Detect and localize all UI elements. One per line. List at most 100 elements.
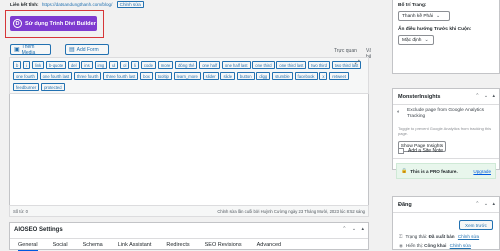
quicktag-button[interactable]: img <box>94 61 108 69</box>
upgrade-link[interactable]: Upgrade <box>473 169 491 174</box>
eye-icon: ◉ <box>399 243 404 248</box>
chevron-down-icon[interactable]: ⌄ <box>484 93 488 99</box>
form-icon: ▤ <box>69 47 75 53</box>
editor-sidebar: Bố trí Trang: Thanh kề Phải ⌄ Ẩn điều hư… <box>392 0 500 250</box>
quicktag-button[interactable]: i <box>23 61 31 69</box>
quicktag-button[interactable]: retweet <box>329 72 349 80</box>
status-label: Trạng thái: <box>405 234 428 239</box>
quicktag-button[interactable]: protected <box>41 83 65 91</box>
chevron-down-icon[interactable]: ⌄ <box>352 226 356 232</box>
toggle-switch[interactable]: ◐ <box>397 109 400 115</box>
chevron-down-icon: ⌄ <box>424 37 429 43</box>
page-attributes-panel: Bố trí Trang: Thanh kề Phải ⌄ Ẩn điều hư… <box>392 0 500 74</box>
quicktag-button[interactable]: tooltip <box>154 72 172 80</box>
pro-feature-text: This is a PRO feature. <box>410 168 458 174</box>
template-value: Thanh kề Phải <box>402 13 433 19</box>
visibility-value: Công khai <box>424 243 447 248</box>
tab-visual[interactable]: Trực quan <box>334 48 357 54</box>
media-icon: ▣ <box>14 47 20 53</box>
quicktag-button[interactable]: ul <box>109 61 119 69</box>
visibility-row: ◉ Hiển thị: Công khai Chỉnh sửa <box>399 243 471 249</box>
add-media-label: Thêm Media <box>21 43 36 56</box>
quicktag-button[interactable]: digg <box>256 72 271 80</box>
quicktag-button[interactable]: feedburner <box>13 83 40 91</box>
quicktag-button[interactable]: one half <box>199 61 221 69</box>
chevron-down-icon: ⌄ <box>435 13 441 19</box>
aioseo-title: AIOSEO Settings <box>14 227 63 233</box>
divi-icon: D <box>13 19 22 28</box>
collapse-icon[interactable]: ▴ <box>361 226 364 232</box>
chevron-up-icon[interactable]: ⌃ <box>475 93 479 99</box>
publish-title: Đăng <box>398 202 412 208</box>
site-note-label: Add a Site Note <box>408 148 444 154</box>
status-edit-link[interactable]: Chỉnh sửa <box>458 234 479 239</box>
monsterinsights-title: MonsterInsights <box>398 94 441 100</box>
aioseo-controls: ⌃ ⌄ ▴ <box>338 226 364 232</box>
quicktag-button[interactable]: li <box>131 61 140 69</box>
chevron-up-icon[interactable]: ⌃ <box>475 201 479 207</box>
site-note-row[interactable]: Add a Site Note <box>398 148 443 154</box>
column-gutter <box>371 0 379 250</box>
quicktag-button[interactable]: ol <box>120 61 130 69</box>
collapse-icon[interactable]: ▴ <box>492 201 495 207</box>
publish-divider <box>393 212 499 213</box>
visibility-edit-link[interactable]: Chỉnh sửa <box>450 243 471 248</box>
quicktag-button[interactable]: facebook <box>294 72 318 80</box>
permalink-url[interactable]: https://datsandungthanh.com/blog/ <box>42 2 113 7</box>
status-value: Đã xuất bản <box>428 234 455 239</box>
quicktag-button[interactable]: button <box>236 72 255 80</box>
quicktag-button[interactable]: del <box>67 61 80 69</box>
permalink-label: Liên kết tĩnh: <box>10 2 39 7</box>
monsterinsights-controls: ⌃ ⌄ ▴ <box>472 93 495 99</box>
quicktag-button[interactable]: three fourth <box>74 72 102 80</box>
monsterinsights-divider <box>393 104 499 105</box>
divi-builder-button[interactable]: D Sử dụng Trình Divi Builder <box>10 16 97 31</box>
nav-value: Mặc định <box>402 37 422 43</box>
nav-select[interactable]: Mặc định ⌄ <box>398 35 434 45</box>
quicktag-button[interactable]: one third <box>252 61 275 69</box>
last-edited: Chỉnh sửa lần cuối bởi Huỳnh Cường ngày … <box>217 209 365 214</box>
pro-feature-notice: 🔒 This is a PRO feature. Upgrade <box>396 163 496 179</box>
quicktag-button[interactable]: b <box>13 61 22 69</box>
quicktag-button[interactable]: one third last <box>276 61 307 69</box>
monsterinsights-panel: MonsterInsights ⌃ ⌄ ▴ ◐ Exclude page fro… <box>392 88 500 170</box>
add-media-button[interactable]: ▣ Thêm Media <box>10 43 51 56</box>
template-select[interactable]: Thanh kề Phải ⌄ <box>398 11 450 21</box>
collapse-icon[interactable]: ▴ <box>492 93 495 99</box>
site-note-checkbox[interactable] <box>398 148 404 154</box>
quicktag-button[interactable]: slide <box>220 72 236 80</box>
permalink-edit-button[interactable]: Chỉnh sửa <box>116 1 144 8</box>
quicktag-button[interactable]: more <box>157 61 174 69</box>
aioseo-divider <box>10 238 368 239</box>
quicktag-button[interactable]: one fourth <box>13 72 38 80</box>
permalink-row: Liên kết tĩnh: https://datsandungthanh.c… <box>10 1 144 8</box>
key-icon: ⚿ <box>399 234 403 239</box>
quicktag-button[interactable]: code <box>140 61 156 69</box>
quicktag-button[interactable]: ins <box>81 61 93 69</box>
quicktag-button[interactable]: three fourth last <box>103 72 139 80</box>
quicktag-button[interactable]: đóng thẻ <box>175 61 198 69</box>
quicktag-button[interactable]: one fourth last <box>39 72 73 80</box>
quicktag-button[interactable]: learn_more <box>173 72 201 80</box>
quicktag-button[interactable]: b-quote <box>45 61 67 69</box>
add-form-label: Add Form <box>76 46 99 53</box>
preview-button[interactable]: Xem trước <box>459 220 493 230</box>
publish-panel: Đăng ⌃ ⌄ ▴ Xem trước ⚿ Trạng thái: Đã xuấ… <box>392 196 500 250</box>
visibility-label: Hiển thị: <box>406 243 423 248</box>
quicktag-button[interactable]: two third <box>308 61 330 69</box>
quicktag-button[interactable]: x <box>319 72 328 80</box>
quicktags-toolbar: b i link b-quote del ins img ul ol li code more đóng… <box>9 57 369 94</box>
quicktag-button[interactable]: stumble <box>272 72 293 80</box>
chevron-up-icon[interactable]: ⌃ <box>342 226 346 232</box>
quicktag-button[interactable]: one half last <box>221 61 251 69</box>
add-form-button[interactable]: ▤ Add Form <box>65 44 109 55</box>
monsterinsights-divider-2 <box>393 158 499 159</box>
quicktag-button[interactable]: link <box>31 61 45 69</box>
status-row: ⚿ Trạng thái: Đã xuất bản Chỉnh sửa <box>399 234 479 239</box>
quicktag-button[interactable]: box <box>140 72 153 80</box>
word-count: Số từ: 0 <box>13 209 28 214</box>
chevron-down-icon[interactable]: ⌄ <box>484 201 488 207</box>
fullscreen-icon[interactable]: ⤢ <box>355 60 360 67</box>
divi-builder-label: Sử dụng Trình Divi Builder <box>25 20 96 27</box>
quicktag-button[interactable]: slider <box>202 72 219 80</box>
